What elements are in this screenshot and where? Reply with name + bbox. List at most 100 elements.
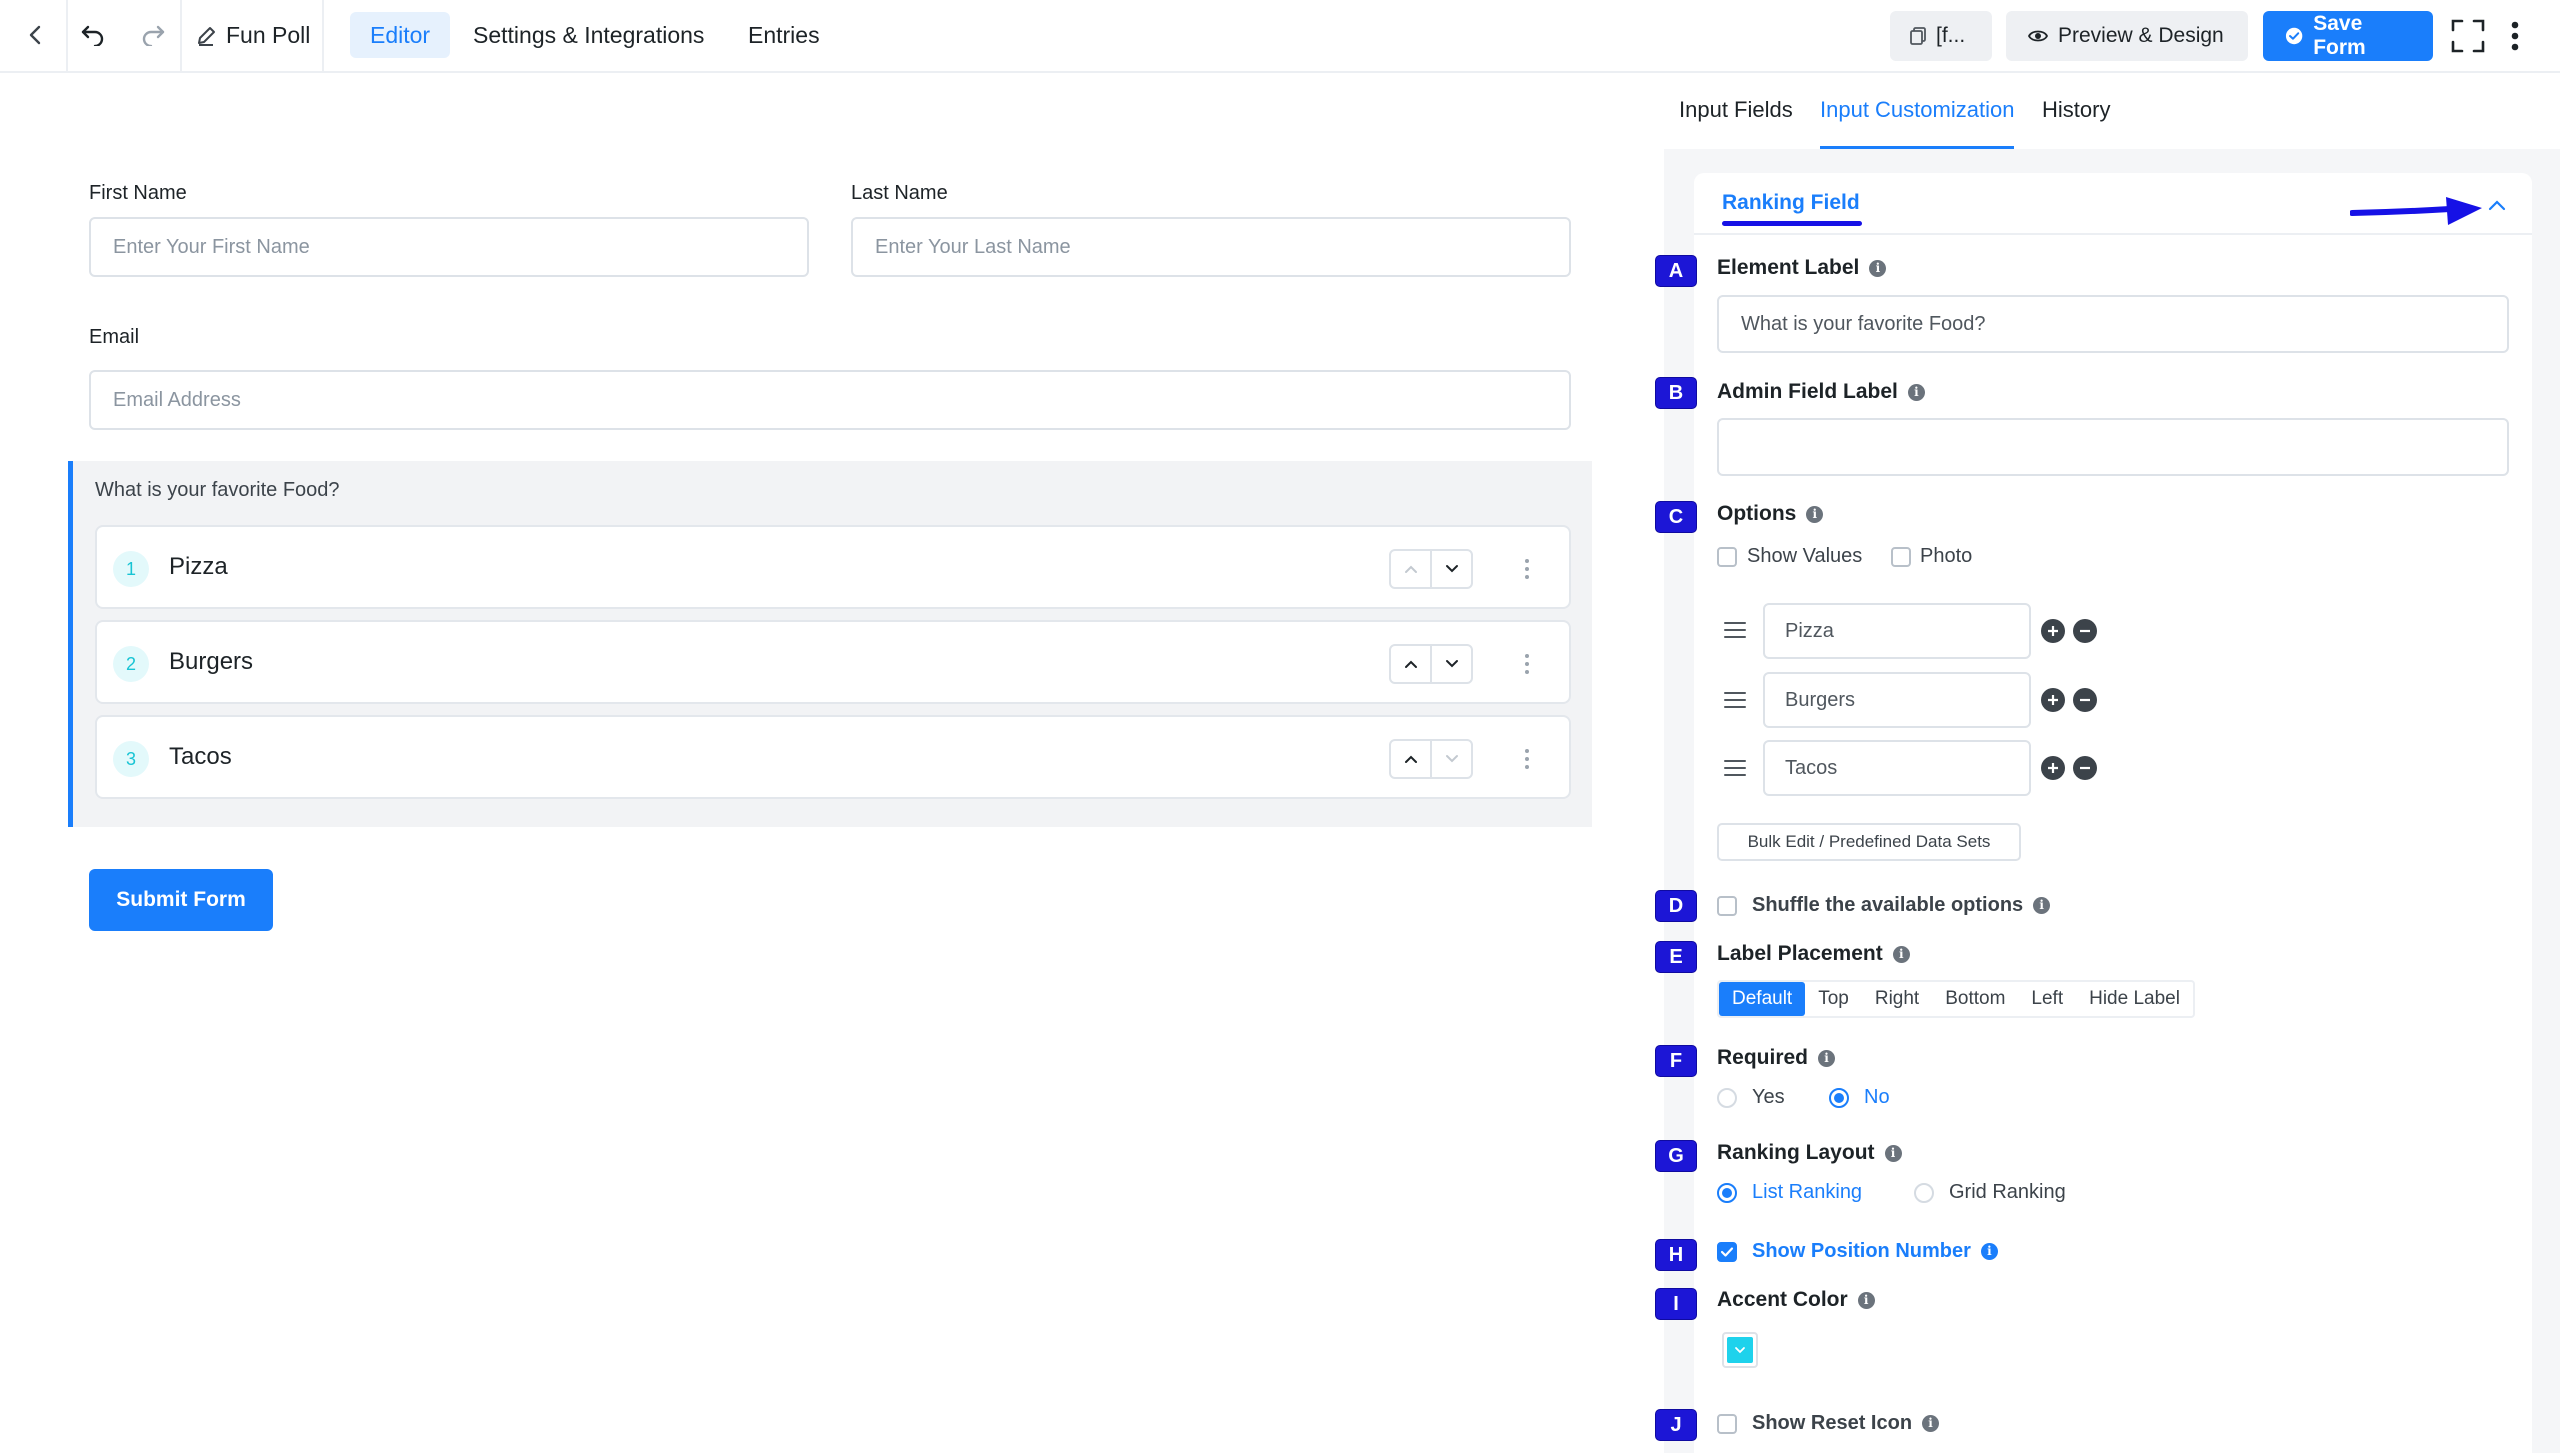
ranking-question: What is your favorite Food? [95,479,340,501]
drag-handle-icon[interactable] [1724,622,1746,638]
add-option-icon[interactable] [2041,688,2065,712]
annotation-arrow-icon [2350,197,2482,225]
move-controls [1389,739,1473,779]
info-icon[interactable]: i [2033,897,2051,914]
info-icon[interactable]: i [1857,1291,1875,1309]
first-name-input[interactable]: Enter Your First Name [89,217,809,277]
drag-handle-icon[interactable] [1724,760,1746,776]
annotation-badge-b: B [1656,378,1696,408]
info-icon[interactable]: i [1806,505,1824,523]
show-values-checkbox[interactable] [1717,547,1737,567]
show-position-number-text: Show Position Number [1752,1240,1971,1262]
required-yes-radio[interactable] [1717,1088,1737,1108]
annotation-badge-f: F [1656,1046,1696,1076]
tab-input-customization[interactable]: Input Customization [1820,97,2014,123]
required-no-radio[interactable] [1829,1088,1849,1108]
required-no-label: No [1864,1086,1890,1108]
chevron-up-icon[interactable] [1391,551,1432,587]
photo-checkbox[interactable] [1891,547,1911,567]
element-label-heading: Element Label i [1717,256,1887,280]
move-controls [1389,644,1473,684]
tab-editor[interactable]: Editor [350,12,451,58]
list-ranking-radio[interactable] [1717,1183,1737,1203]
option-input[interactable]: Pizza [1763,603,2031,659]
chevron-down-icon[interactable] [1432,646,1471,682]
placement-bottom[interactable]: Bottom [1932,982,2018,1016]
drag-handle-icon[interactable] [1517,551,1537,587]
info-icon[interactable]: i [1907,383,1925,401]
add-option-icon[interactable] [2041,619,2065,643]
info-icon[interactable]: i [1818,1049,1836,1067]
drag-handle-icon[interactable] [1517,741,1537,777]
chevron-down-icon[interactable] [1432,741,1471,777]
option-input[interactable]: Tacos [1763,740,2031,796]
show-reset-icon-checkbox[interactable] [1717,1414,1737,1434]
last-name-input[interactable]: Enter Your Last Name [851,217,1571,277]
placement-right[interactable]: Right [1862,982,1932,1016]
more-vertical-icon[interactable] [2500,18,2530,54]
placement-top[interactable]: Top [1805,982,1862,1016]
remove-option-icon[interactable] [2073,619,2097,643]
show-position-number-checkbox[interactable] [1717,1242,1737,1262]
add-option-icon[interactable] [2041,756,2065,780]
list-ranking-label: List Ranking [1752,1181,1863,1203]
tab-history[interactable]: History [2042,97,2110,123]
chevron-up-icon[interactable] [2488,199,2506,211]
redo-icon[interactable] [138,20,168,50]
undo-icon[interactable] [78,20,108,50]
info-icon[interactable]: i [1892,945,1910,963]
copy-icon [1910,27,1926,45]
drag-handle-icon[interactable] [1724,692,1746,708]
preview-design-button[interactable]: Preview & Design [2006,11,2248,61]
tab-settings-integrations[interactable]: Settings & Integrations [453,12,724,58]
info-icon[interactable]: i [1884,1144,1902,1162]
label-placement-segmented: Default Top Right Bottom Left Hide Label [1717,980,2195,1018]
preview-label: Preview & Design [2058,24,2224,47]
ranking-item[interactable]: 2 Burgers [95,620,1571,704]
photo-label: Photo [1920,545,1973,567]
ranking-item-label: Tacos [169,743,232,770]
chevron-down-icon[interactable] [1432,551,1471,587]
ranking-item[interactable]: 3 Tacos [95,715,1571,799]
ranking-item[interactable]: 1 Pizza [95,525,1571,609]
accent-color-picker[interactable] [1722,1332,1758,1368]
toolbar-divider [66,0,68,73]
toolbar-divider [322,0,324,73]
admin-field-label-input[interactable] [1717,418,2509,476]
tab-input-fields[interactable]: Input Fields [1679,97,1793,123]
position-number: 1 [113,551,149,587]
toolbar-divider [180,0,182,73]
grid-ranking-label: Grid Ranking [1949,1181,2066,1203]
drag-handle-icon[interactable] [1517,646,1537,682]
tab-entries[interactable]: Entries [728,12,840,58]
form-title[interactable]: Fun Poll [226,22,310,49]
submit-form-button[interactable]: Submit Form [89,869,273,931]
shuffle-checkbox[interactable] [1717,896,1737,916]
remove-option-icon[interactable] [2073,756,2097,780]
show-reset-icon-label: Show Reset Icon i [1752,1412,1940,1435]
shortcode-button[interactable]: [f... [1890,11,1992,61]
grid-ranking-radio[interactable] [1914,1183,1934,1203]
save-form-button[interactable]: Save Form [2263,11,2433,61]
pencil-icon[interactable] [194,22,218,48]
info-icon[interactable]: i [1922,1415,1940,1432]
bulk-edit-button[interactable]: Bulk Edit / Predefined Data Sets [1717,823,2021,861]
element-label-input[interactable]: What is your favorite Food? [1717,295,2509,353]
chevron-up-icon[interactable] [1391,741,1432,777]
chevron-up-icon[interactable] [1391,646,1432,682]
info-icon[interactable]: i [1869,259,1887,277]
placement-hide-label[interactable]: Hide Label [2076,982,2193,1016]
fullscreen-icon[interactable] [2450,18,2486,54]
remove-option-icon[interactable] [2073,688,2097,712]
option-input[interactable]: Burgers [1763,672,2031,728]
accent-color-heading: Accent Color i [1717,1288,1875,1312]
annotation-badge-e: E [1656,942,1696,972]
back-icon[interactable] [20,20,50,50]
card-header[interactable]: Ranking Field [1694,173,2532,235]
placement-left[interactable]: Left [2018,982,2076,1016]
placement-default[interactable]: Default [1719,982,1806,1016]
info-icon[interactable]: i [1980,1243,1998,1260]
ranking-field-block[interactable]: What is your favorite Food? 1 Pizza 2 Bu… [68,461,1592,827]
email-input[interactable]: Email Address [89,370,1571,430]
annotation-badge-a: A [1656,256,1696,286]
